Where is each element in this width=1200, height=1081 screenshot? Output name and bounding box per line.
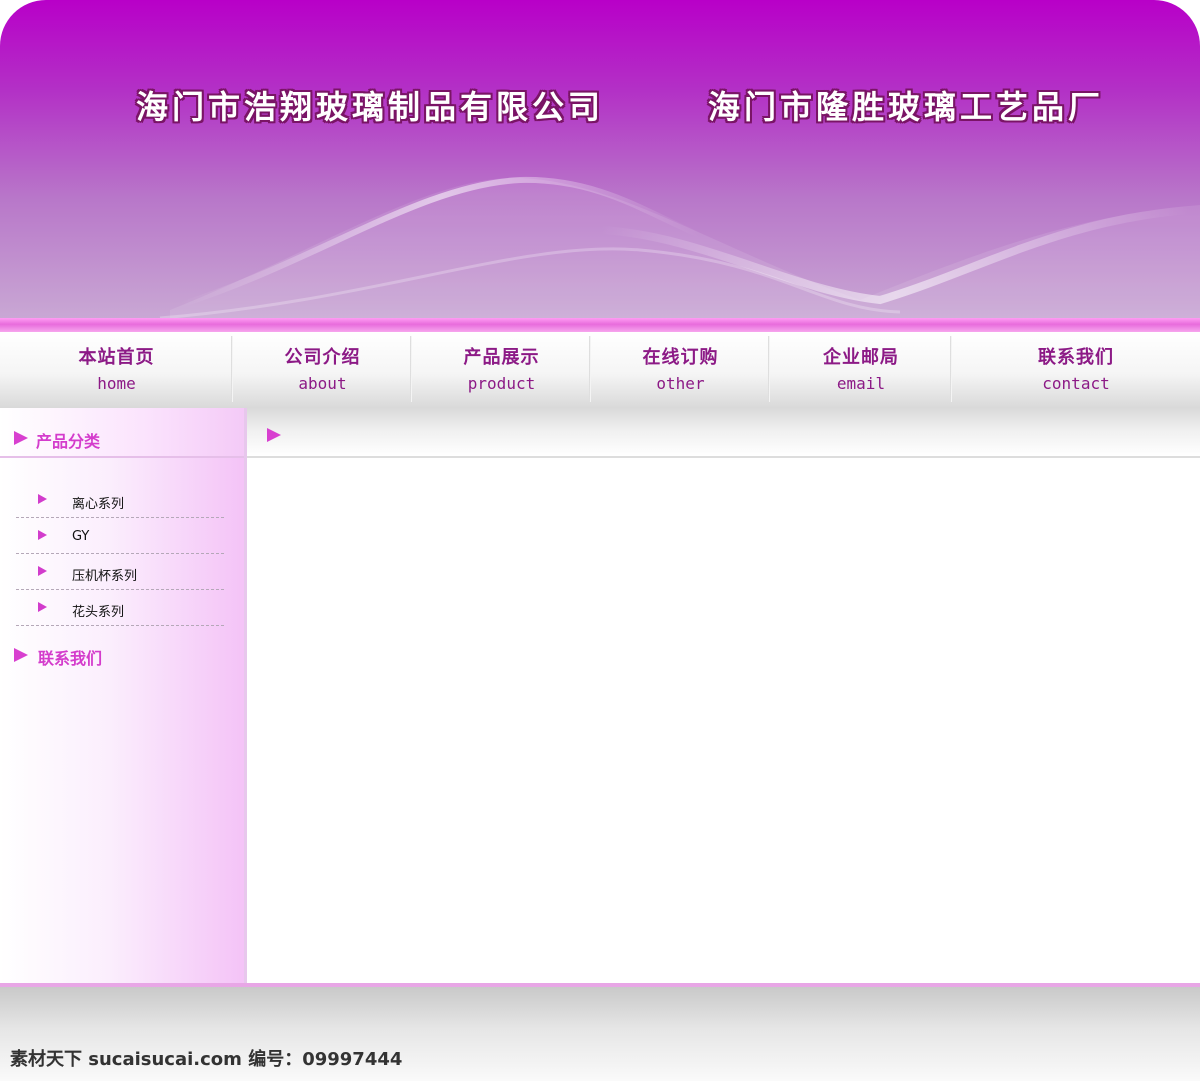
watermark-text: 素材天下 sucaisucai.com 编号：09997444 (10, 1049, 403, 1070)
bullet-arrow-icon (38, 566, 47, 576)
nav-label-en: product (467, 374, 536, 393)
arrow-right-icon (14, 648, 28, 662)
nav-label-en: contact (1042, 374, 1110, 393)
nav-item-home[interactable]: 本站首页 home (0, 332, 233, 408)
company-name-primary: 海门市浩翔玻璃制品有限公司 (136, 88, 605, 126)
arrow-right-icon (267, 428, 281, 442)
product-category-list: 离心系列 GY 压机杯系列 花头系列 (16, 482, 224, 626)
nav-label-zh: 联系我们 (1038, 347, 1114, 368)
nav-label-en: about (298, 374, 347, 393)
nav-item-about[interactable]: 公司介绍 about (233, 332, 412, 408)
sidebar: 产品分类 离心系列 GY 压机杯系列 花头系列 联系我们 (0, 408, 247, 983)
bullet-arrow-icon (38, 602, 47, 612)
nav-label-zh: 在线订购 (642, 347, 719, 368)
nav-item-product[interactable]: 产品展示 product (412, 332, 591, 408)
category-label: 花头系列 (72, 605, 125, 620)
nav-label-en: home (97, 374, 136, 393)
content-header (247, 408, 1200, 458)
bullet-arrow-icon (38, 530, 47, 540)
contact-us-link[interactable]: 联系我们 (38, 645, 102, 669)
product-category-title: 产品分类 (36, 432, 101, 451)
nav-label-zh: 产品展示 (463, 347, 540, 368)
category-item[interactable]: GY (16, 518, 224, 554)
product-category-header: 产品分类 (0, 408, 244, 458)
nav-label-zh: 本站首页 (78, 347, 155, 368)
category-label: 离心系列 (72, 497, 125, 512)
nav-label-en: other (656, 374, 705, 393)
category-item[interactable]: 离心系列 (16, 482, 224, 518)
header-divider-band (0, 318, 1200, 332)
nav-label-en: email (836, 374, 886, 393)
nav-label-zh: 公司介绍 (284, 347, 361, 368)
category-item[interactable]: 花头系列 (16, 590, 224, 626)
banner-wave-graphic (159, 176, 1200, 320)
bullet-arrow-icon (38, 494, 47, 504)
category-item[interactable]: 压机杯系列 (16, 554, 224, 590)
nav-item-contact[interactable]: 联系我们 contact (952, 332, 1200, 408)
nav-label-zh: 企业邮局 (823, 347, 899, 368)
category-label: GY (72, 529, 90, 544)
header-banner: 海门市浩翔玻璃制品有限公司 海门市隆胜玻璃工艺品厂 (0, 0, 1200, 320)
category-label: 压机杯系列 (72, 569, 138, 584)
nav-item-email[interactable]: 企业邮局 email (770, 332, 952, 408)
arrow-right-icon (14, 431, 28, 445)
main-nav: 本站首页 home 公司介绍 about 产品展示 product 在线订购 o… (0, 332, 1200, 408)
content-area (247, 458, 1200, 983)
nav-item-order[interactable]: 在线订购 other (591, 332, 770, 408)
company-name-secondary: 海门市隆胜玻璃工艺品厂 (708, 88, 1105, 126)
